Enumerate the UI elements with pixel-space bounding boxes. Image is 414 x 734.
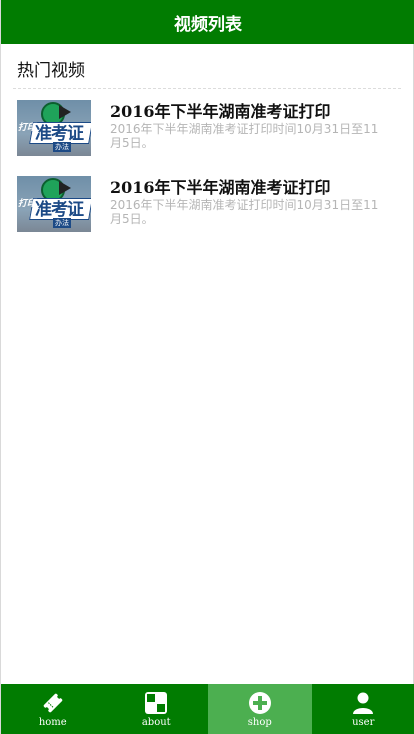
thumbnail-small-text: 打印 bbox=[18, 199, 37, 209]
thumbnail-small-text: 打印 bbox=[18, 123, 37, 133]
tab-about[interactable]: about bbox=[105, 684, 209, 734]
tab-user[interactable]: user bbox=[312, 684, 414, 734]
grid-icon bbox=[144, 691, 168, 715]
video-title[interactable]: 2016年下半年湖南准考证打印 bbox=[110, 98, 400, 122]
video-list-item[interactable]: 打印 准考证 办法 2016年下半年湖南准考证打印 2016年下半年湖南准考证打… bbox=[17, 176, 401, 236]
tab-shop[interactable]: shop bbox=[208, 684, 312, 734]
plus-circle-icon bbox=[248, 691, 272, 715]
tab-home[interactable]: home bbox=[1, 684, 105, 734]
video-description: 2016年下半年湖南准考证打印时间10月31日至11月5日。 bbox=[110, 122, 379, 150]
tab-label: about bbox=[141, 717, 171, 728]
megaphone-horn-icon bbox=[59, 181, 71, 195]
user-icon bbox=[351, 691, 375, 715]
app-frame: 视频列表 热门视频 打印 准考证 办法 2016年下半年湖南准考证打印 2016… bbox=[0, 0, 414, 734]
video-list-item[interactable]: 打印 准考证 办法 2016年下半年湖南准考证打印 2016年下半年湖南准考证打… bbox=[17, 100, 401, 160]
megaphone-horn-icon bbox=[59, 105, 71, 119]
section-divider bbox=[13, 88, 401, 89]
bottom-tab-bar: home about shop user bbox=[1, 684, 414, 734]
section-title: 热门视频 bbox=[17, 61, 85, 81]
video-thumbnail[interactable]: 打印 准考证 办法 bbox=[17, 176, 91, 232]
thumbnail-big-text: 准考证 bbox=[35, 200, 84, 220]
tab-label: user bbox=[352, 717, 375, 728]
thumbnail-tag: 办法 bbox=[53, 218, 71, 228]
tab-label: shop bbox=[247, 717, 272, 728]
thumbnail-tag: 办法 bbox=[53, 142, 71, 152]
thumbnail-big-text: 准考证 bbox=[35, 124, 84, 144]
video-description: 2016年下半年湖南准考证打印时间10月31日至11月5日。 bbox=[110, 198, 379, 226]
page-title: 视频列表 bbox=[174, 14, 242, 35]
tab-label: home bbox=[38, 717, 67, 728]
ticket-icon bbox=[41, 691, 65, 715]
video-title[interactable]: 2016年下半年湖南准考证打印 bbox=[110, 174, 400, 198]
page-header: 视频列表 bbox=[1, 0, 414, 44]
video-thumbnail[interactable]: 打印 准考证 办法 bbox=[17, 100, 91, 156]
